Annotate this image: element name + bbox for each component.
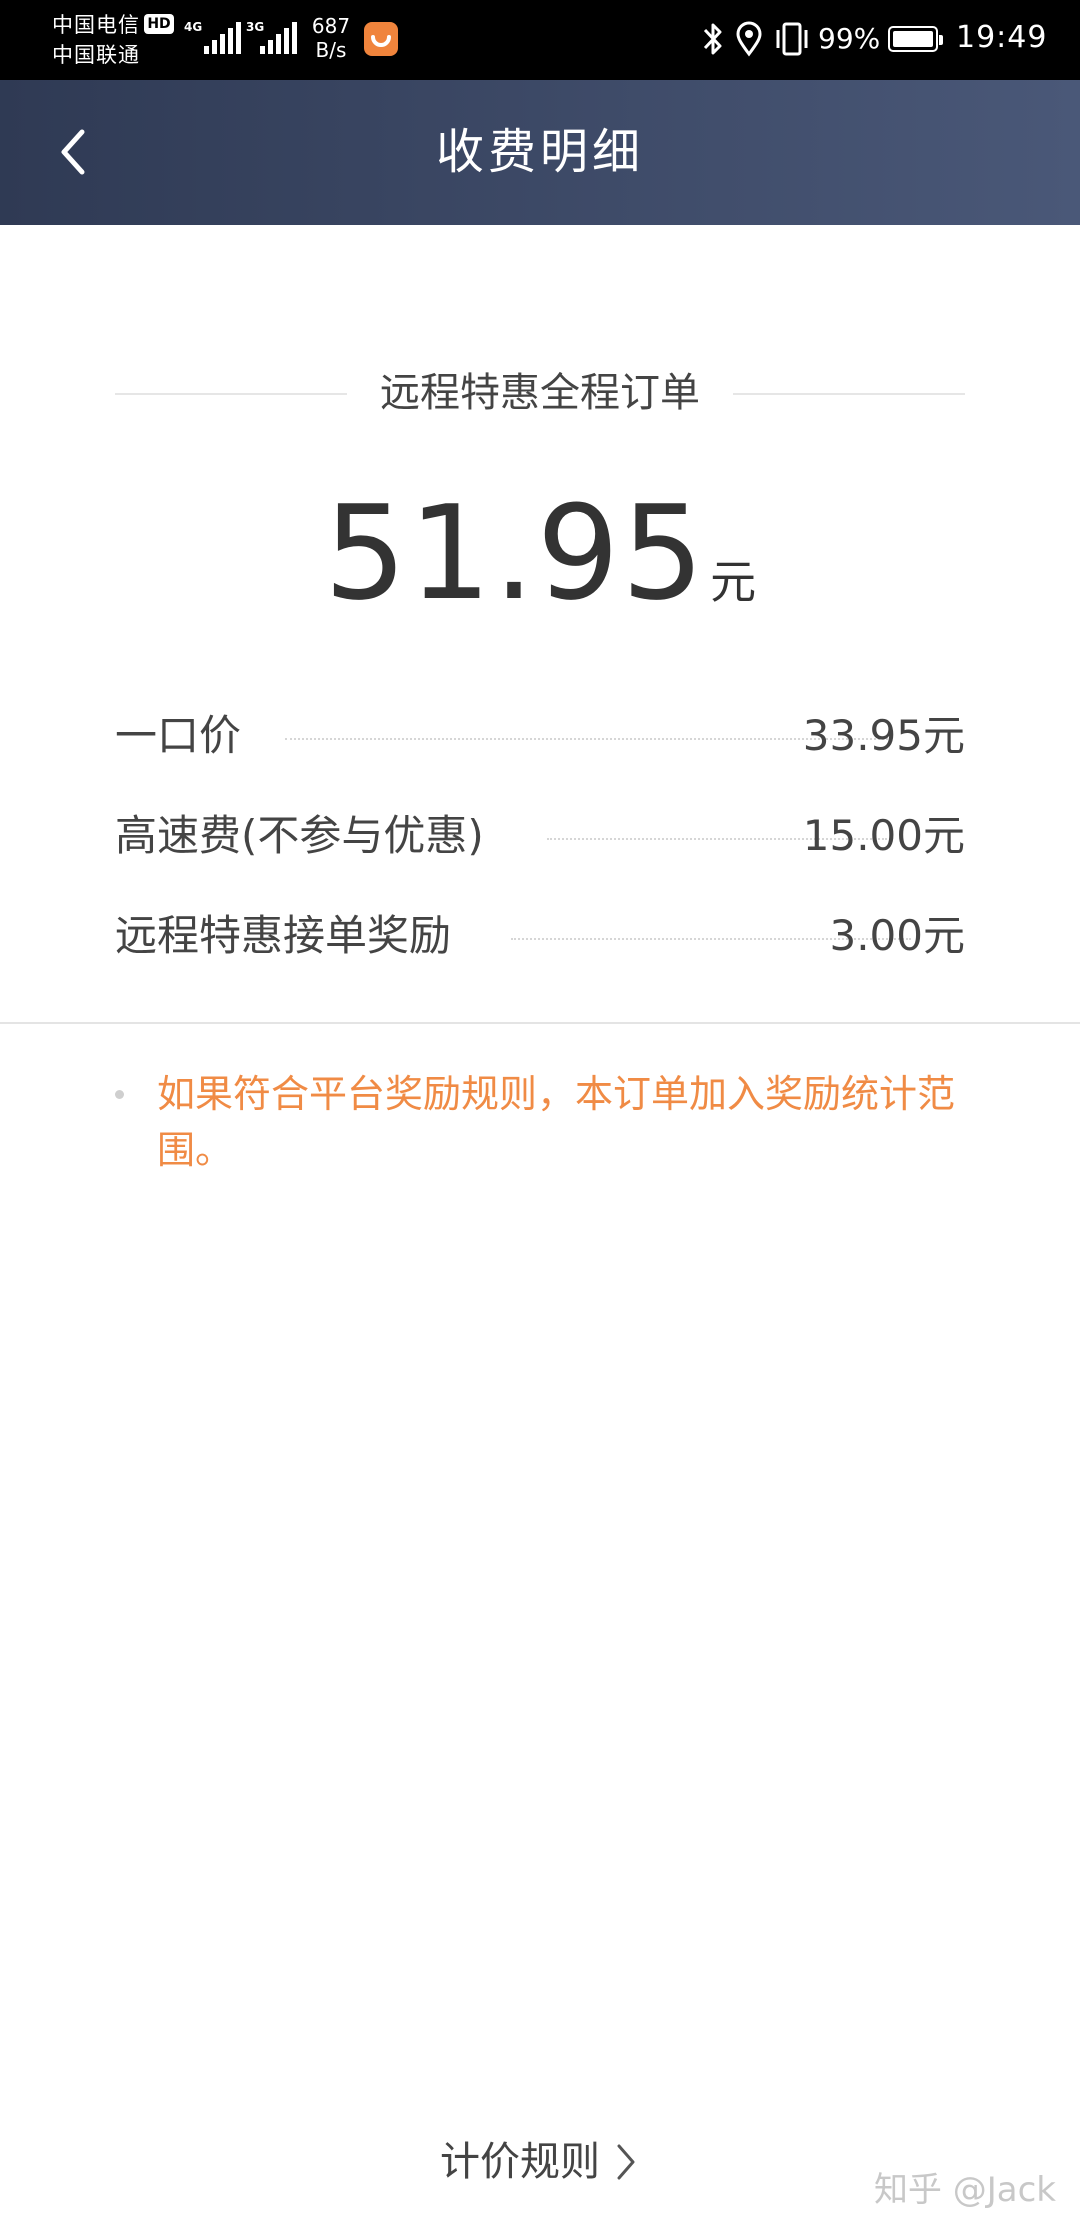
network-speed-value: 687 [311,14,351,38]
fee-value: 15.00元 [802,811,965,860]
fee-row: 高速费(不参与优惠) 15.00元 [115,806,965,866]
clock: 19:49 [956,20,1048,55]
reward-notice-text: 如果符合平台奖励规则，本订单加入奖励统计范围。 [157,1072,956,1172]
hd-badge: HD [144,14,174,34]
chevron-left-icon [61,129,85,175]
signal-icon [256,22,302,54]
pricing-rules-label: 计价规则 [440,2139,600,2185]
fee-row: 远程特惠接单奖励 3.00元 [115,906,965,966]
vibrate-icon [772,20,812,62]
fee-label: 一口价 [115,711,242,760]
fee-label: 高速费(不参与优惠) [115,811,484,860]
watermark: 知乎 @Jack [873,2170,1056,2210]
nav-bar: 收费明细 [0,80,1080,225]
didi-app-icon [364,22,398,56]
fee-value: 33.95元 [802,711,965,760]
location-icon [734,20,764,62]
network-speed: 687 B/s [310,14,352,62]
fee-label: 远程特惠接单奖励 [115,911,452,960]
battery-percent: 99% [818,22,881,55]
signal-icon [200,22,246,54]
order-type-label: 远程特惠全程订单 [380,370,700,416]
pricing-rules-link[interactable]: 计价规则 [440,2132,641,2192]
battery-icon [888,26,943,52]
section-divider [0,1022,1080,1024]
page-title: 收费明细 [435,124,644,180]
carrier-2-label: 中国联通 [52,43,140,67]
bullet-icon [115,1090,124,1099]
carrier-1-label: 中国电信 [52,13,140,37]
order-type-header: 远程特惠全程订单 [115,365,965,421]
total-amount: 51.95 [323,477,707,629]
total-unit: 元 [710,555,757,609]
status-bar: 中国电信 中国联通 HD 4G 3G 687 B/s 99% 19:49 [0,0,1080,80]
chevron-right-icon [617,2144,635,2180]
network-speed-unit: B/s [315,38,347,62]
fee-value: 3.00元 [829,911,965,960]
fee-row: 一口价 33.95元 [115,706,965,766]
bluetooth-icon [700,20,726,62]
dotted-leader [285,738,888,740]
back-button[interactable] [40,116,112,188]
total-price: 51.95元 [0,478,1080,628]
